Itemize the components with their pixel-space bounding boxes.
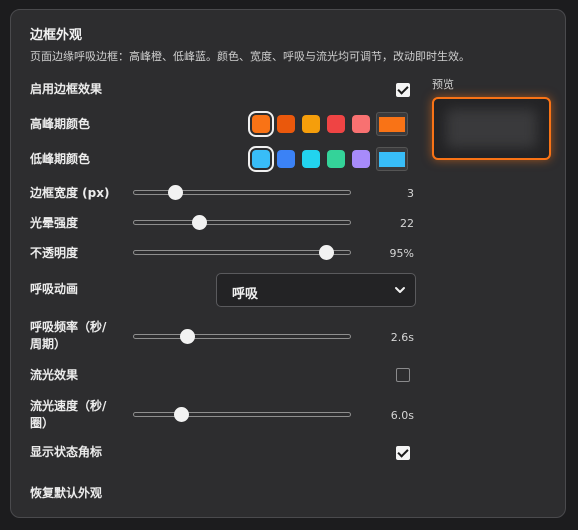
breath-frequency-label: 呼吸频率（秒/ 周期） — [30, 319, 106, 353]
flow-effect-checkbox[interactable] — [396, 368, 410, 382]
breath-frequency-value: 2.6s — [390, 331, 414, 344]
breath-animation-selected: 呼吸 — [232, 287, 259, 302]
label-line: 呼吸频率（秒/ — [30, 320, 107, 334]
slider-track — [133, 334, 351, 339]
color-swatch[interactable] — [352, 150, 370, 168]
peak-color-swatches — [248, 111, 408, 137]
slider-thumb[interactable] — [173, 407, 189, 422]
panel-title: 边框外观 — [30, 28, 83, 43]
color-swatch[interactable] — [302, 115, 320, 133]
border-width-value: 3 — [407, 187, 414, 200]
border-width-label: 边框宽度 (px) — [30, 186, 110, 200]
peak-color-label: 高峰期颜色 — [30, 117, 91, 131]
slider-thumb[interactable] — [179, 329, 195, 344]
border-width-slider[interactable] — [133, 183, 351, 203]
custom-color-picker[interactable] — [376, 147, 408, 171]
slider-thumb[interactable] — [167, 185, 183, 200]
opacity-value: 95% — [389, 247, 414, 260]
glow-strength-label: 光晕强度 — [30, 216, 79, 230]
glow-strength-slider[interactable] — [133, 213, 351, 233]
breath-animation-label: 呼吸动画 — [30, 282, 79, 296]
custom-color-fill — [379, 116, 405, 132]
color-swatch[interactable] — [248, 146, 274, 172]
panel-description: 页面边缘呼吸边框：高峰橙、低峰蓝。颜色、宽度、呼吸与流光均可调节，改动即时生效。 — [30, 50, 470, 63]
color-swatch[interactable] — [277, 150, 295, 168]
label-line: 周期） — [30, 337, 67, 351]
border-preview — [432, 97, 551, 160]
flow-speed-slider[interactable] — [133, 405, 351, 425]
color-swatch[interactable] — [248, 111, 274, 137]
show-badge-checkbox[interactable] — [396, 446, 410, 460]
color-swatch[interactable] — [352, 115, 370, 133]
low-color-label: 低峰期颜色 — [30, 152, 91, 166]
border-appearance-panel: 边框外观 页面边缘呼吸边框：高峰橙、低峰蓝。颜色、宽度、呼吸与流光均可调节，改动… — [10, 9, 566, 518]
color-swatch[interactable] — [277, 115, 295, 133]
chevron-down-icon — [395, 287, 405, 293]
slider-track — [133, 220, 351, 225]
opacity-slider[interactable] — [133, 243, 351, 263]
enable-border-label: 启用边框效果 — [30, 82, 103, 96]
glow-strength-value: 22 — [400, 217, 414, 230]
label-line: 圈） — [30, 416, 55, 430]
color-swatch[interactable] — [327, 150, 345, 168]
custom-color-fill — [379, 151, 405, 167]
low-color-swatches — [248, 146, 408, 172]
custom-color-picker[interactable] — [376, 112, 408, 136]
flow-speed-label: 流光速度（秒/ 圈） — [30, 398, 106, 432]
enable-border-checkbox[interactable] — [396, 83, 410, 97]
color-swatch[interactable] — [327, 115, 345, 133]
reset-default-button[interactable]: 恢复默认外观 — [30, 480, 120, 506]
preview-label: 预览 — [432, 78, 454, 91]
breath-frequency-slider[interactable] — [133, 327, 351, 347]
slider-thumb[interactable] — [318, 245, 334, 260]
flow-effect-label: 流光效果 — [30, 368, 79, 382]
preview-glow — [446, 109, 537, 148]
color-swatch[interactable] — [302, 150, 320, 168]
breath-animation-select[interactable]: 呼吸 — [216, 273, 416, 307]
opacity-label: 不透明度 — [30, 246, 79, 260]
flow-speed-value: 6.0s — [390, 409, 414, 422]
label-line: 流光速度（秒/ — [30, 399, 107, 413]
slider-thumb[interactable] — [192, 215, 208, 230]
slider-track — [133, 412, 351, 417]
show-badge-label: 显示状态角标 — [30, 445, 103, 459]
slider-track — [133, 190, 351, 195]
